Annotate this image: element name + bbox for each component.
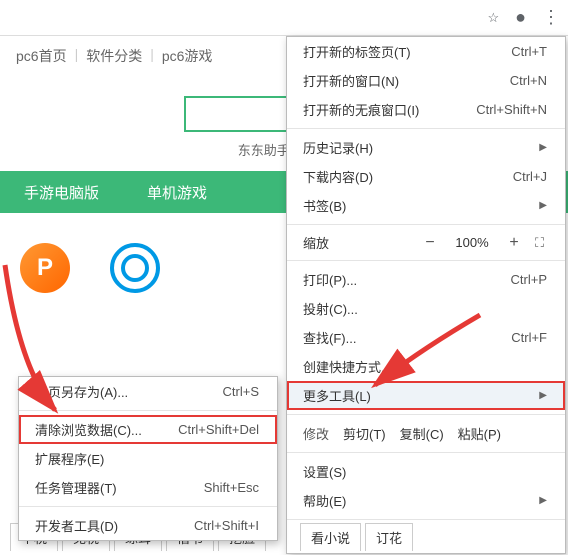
menu-create-shortcut[interactable]: 创建快捷方式...	[287, 352, 565, 381]
more-tools-submenu: 网页另存为(A)...Ctrl+S 清除浏览数据(C)...Ctrl+Shift…	[18, 376, 278, 541]
edit-copy[interactable]: 复制(C)	[400, 424, 444, 443]
submenu-clear-browsing-data[interactable]: 清除浏览数据(C)...Ctrl+Shift+Del	[19, 415, 277, 444]
zoom-percent: 100%	[451, 235, 493, 250]
menu-edit-row: 修改 剪切(T) 复制(C) 粘贴(P)	[287, 419, 565, 448]
menu-incognito[interactable]: 打开新的无痕窗口(I)Ctrl+Shift+N	[287, 95, 565, 124]
chevron-right-icon: ▶	[539, 390, 547, 401]
submenu-extensions[interactable]: 扩展程序(E)	[19, 444, 277, 473]
app-icon-circle[interactable]	[110, 243, 160, 293]
tab-novel[interactable]: 看小说	[300, 523, 361, 551]
profile-icon[interactable]: ●	[515, 7, 526, 28]
chevron-right-icon: ▶	[539, 142, 547, 153]
cat-single[interactable]: 单机游戏	[123, 182, 231, 203]
zoom-out-button[interactable]: −	[419, 234, 441, 252]
edit-paste[interactable]: 粘贴(P)	[458, 424, 501, 443]
submenu-task-manager[interactable]: 任务管理器(T)Shift+Esc	[19, 473, 277, 502]
menu-cast[interactable]: 投射(C)...	[287, 294, 565, 323]
cat-mobile[interactable]: 手游电脑版	[0, 182, 123, 203]
chevron-right-icon: ▶	[539, 200, 547, 211]
tab-flowers[interactable]: 订花	[365, 523, 413, 551]
star-icon[interactable]: ☆	[487, 10, 499, 26]
menu-help[interactable]: 帮助(E)▶	[287, 486, 565, 515]
nav-games[interactable]: pc6游戏	[162, 46, 213, 66]
menu-find[interactable]: 查找(F)...Ctrl+F	[287, 323, 565, 352]
submenu-save-as[interactable]: 网页另存为(A)...Ctrl+S	[19, 377, 277, 406]
nav-home[interactable]: pc6首页	[16, 46, 67, 66]
browser-main-menu: 打开新的标签页(T)Ctrl+T 打开新的窗口(N)Ctrl+N 打开新的无痕窗…	[286, 36, 566, 554]
menu-downloads[interactable]: 下载内容(D)Ctrl+J	[287, 162, 565, 191]
menu-history[interactable]: 历史记录(H)▶	[287, 133, 565, 162]
submenu-dev-tools[interactable]: 开发者工具(D)Ctrl+Shift+I	[19, 511, 277, 540]
nav-category[interactable]: 软件分类	[86, 46, 142, 66]
menu-print[interactable]: 打印(P)...Ctrl+P	[287, 265, 565, 294]
chevron-right-icon: ▶	[539, 495, 547, 506]
hint-1[interactable]: 东东助手	[238, 143, 290, 158]
edit-cut[interactable]: 剪切(T)	[343, 424, 386, 443]
zoom-in-button[interactable]: +	[503, 234, 525, 252]
app-icon-ppt[interactable]: P	[20, 243, 70, 293]
menu-more-tools[interactable]: 更多工具(L)▶	[287, 381, 565, 410]
kebab-menu-icon[interactable]: ⋮	[542, 7, 560, 28]
fullscreen-icon[interactable]: ⛶	[535, 235, 555, 251]
menu-new-tab[interactable]: 打开新的标签页(T)Ctrl+T	[287, 37, 565, 66]
menu-settings[interactable]: 设置(S)	[287, 457, 565, 486]
menu-new-window[interactable]: 打开新的窗口(N)Ctrl+N	[287, 66, 565, 95]
menu-bookmarks[interactable]: 书签(B)▶	[287, 191, 565, 220]
menu-zoom: 缩放 − 100% + ⛶	[287, 229, 565, 256]
